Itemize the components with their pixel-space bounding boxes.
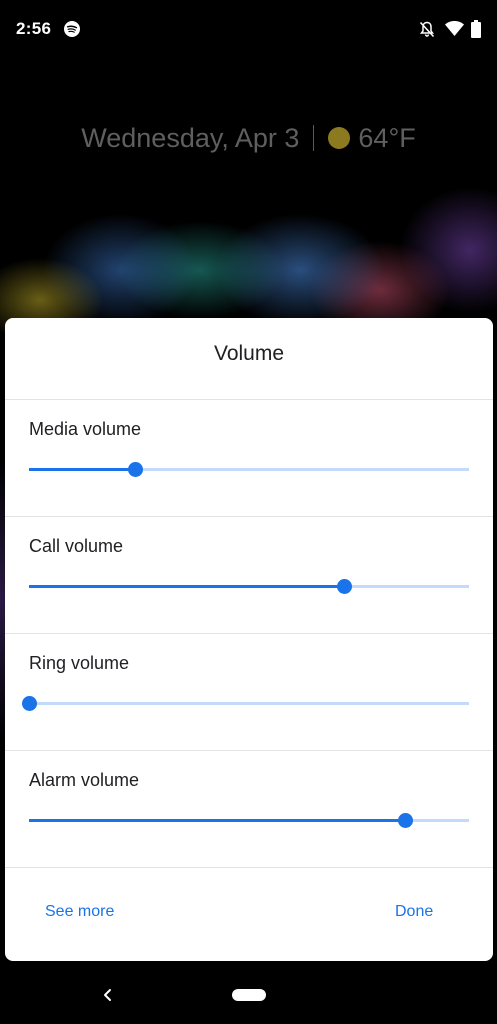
see-more-button[interactable]: See more [45,903,114,921]
bell-off-icon [419,21,435,38]
info-divider [313,125,315,151]
status-bar: 2:56 [0,0,497,60]
volume-label: Ring volume [29,653,130,673]
alarm-volume-row: Alarm volume [5,751,493,868]
spotify-icon [64,21,80,37]
wifi-icon [445,21,464,36]
home-pill[interactable] [232,989,266,1001]
dialog-title: Volume [213,342,285,365]
volume-dialog: Volume Media volume Call volume Ring vol… [5,318,493,961]
done-button[interactable]: Done [395,903,433,921]
volume-label: Call volume [29,536,124,556]
alarm-volume-slider[interactable] [29,813,469,828]
slider-fill [29,468,135,471]
volume-label: Media volume [29,419,142,439]
lock-screen-info: Wednesday, Apr 3 64°F [0,118,497,158]
slider-thumb[interactable] [398,813,414,828]
media-volume-row: Media volume [5,400,493,517]
call-volume-row: Call volume [5,517,493,634]
call-volume-slider[interactable] [29,579,469,594]
ring-volume-row: Ring volume [5,634,493,751]
slider-thumb[interactable] [22,696,37,711]
slider-thumb[interactable] [127,462,143,477]
lock-temperature: 64°F [358,122,416,153]
sun-icon [328,127,351,149]
battery-icon [471,20,481,38]
back-icon[interactable] [101,986,115,1004]
slider-fill [29,819,406,822]
volume-label: Alarm volume [29,770,140,790]
slider-thumb[interactable] [336,579,352,594]
ring-volume-slider[interactable] [22,696,469,711]
status-time: 2:56 [16,19,52,38]
lock-date: Wednesday, Apr 3 [81,122,300,153]
slider-fill [29,585,344,588]
divider [5,867,493,868]
media-volume-slider[interactable] [29,462,469,477]
